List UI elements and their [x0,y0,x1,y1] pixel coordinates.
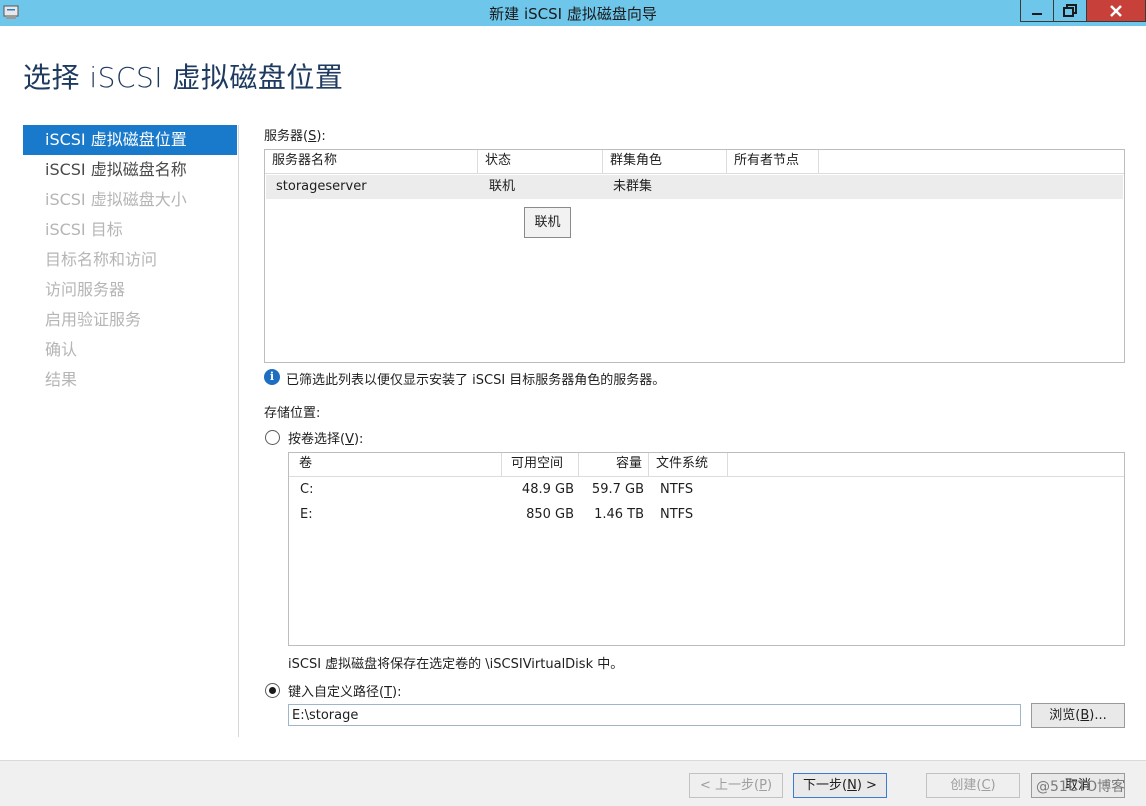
volumes-grid-header: 卷 可用空间 容量 文件系统 [289,453,1124,477]
server-status-cell: 联机 [489,179,516,194]
col-owner-node[interactable]: 所有者节点 [727,150,819,174]
nav-item-results: 结果 [45,370,78,389]
nav-item-disk-location[interactable]: iSCSI 虚拟磁盘位置 [23,125,237,155]
volume-save-note: iSCSI 虚拟磁盘将保存在选定卷的 \iSCSIVirtualDisk 中。 [288,657,624,672]
nav-item-target-name-access: 目标名称和访问 [45,250,158,269]
create-button[interactable]: 创建(C) [926,773,1020,798]
col-server-name[interactable]: 服务器名称 [265,150,478,174]
custom-path-input[interactable] [288,704,1021,726]
info-icon: i [264,369,280,385]
window-title: 新建 iSCSI 虚拟磁盘向导 [489,5,657,23]
minimize-icon [1032,12,1042,15]
by-volume-label[interactable]: 按卷选择(V): [288,428,363,447]
page-title: 选择 iSCSI 虚拟磁盘位置 [23,61,344,94]
servers-label: 服务器(S): [264,129,326,144]
volumes-grid[interactable]: 卷 可用空间 容量 文件系统 C: 48.9 GB 59.7 GB NTFS E… [288,452,1125,646]
server-name-cell: storageserver [276,179,367,194]
volume-cell: E: [300,507,313,522]
storage-location-label: 存储位置: [264,406,321,421]
free-space-cell: 850 GB [526,507,574,522]
nav-divider [238,125,239,737]
capacity-cell: 1.46 TB [594,507,644,522]
col-volume[interactable]: 卷 [289,453,502,477]
nav-item-access-servers: 访问服务器 [45,280,126,299]
minimize-button[interactable] [1020,0,1054,22]
server-cluster-cell: 未群集 [613,179,653,194]
table-row[interactable]: E: 850 GB 1.46 TB NTFS [290,503,1123,527]
table-row[interactable]: C: 48.9 GB 59.7 GB NTFS [290,478,1123,502]
title-bar: 新建 iSCSI 虚拟磁盘向导 [0,0,1146,26]
file-system-cell: NTFS [660,507,694,522]
custom-path-radio[interactable] [265,683,280,698]
custom-path-label[interactable]: 键入自定义路径(T): [288,681,401,700]
nav-item-confirm: 确认 [45,340,78,359]
filter-info-text: 已筛选此列表以便仅显示安装了 iSCSI 目标服务器角色的服务器。 [286,373,666,388]
col-filler [728,453,1124,477]
volume-cell: C: [300,482,314,497]
previous-button[interactable]: < 上一步(P) [689,773,783,798]
restore-button[interactable] [1053,0,1087,22]
nav-item-disk-name[interactable]: iSCSI 虚拟磁盘名称 [23,155,237,185]
restore-icon [1063,3,1077,17]
close-button[interactable] [1086,0,1146,22]
col-status[interactable]: 状态 [478,150,603,174]
status-tooltip: 联机 [524,207,571,238]
table-row[interactable]: storageserver 联机 未群集 [266,175,1123,199]
wizard-nav: iSCSI 虚拟磁盘位置 iSCSI 虚拟磁盘名称 iSCSI 虚拟磁盘大小 i… [23,125,237,395]
col-file-system[interactable]: 文件系统 [649,453,728,477]
browse-button[interactable]: 浏览(B)... [1031,703,1125,728]
col-cluster-role[interactable]: 群集角色 [603,150,727,174]
server-owner-cell [728,175,820,199]
free-space-cell: 48.9 GB [521,482,574,497]
servers-grid-header: 服务器名称 状态 群集角色 所有者节点 [265,150,1124,174]
nav-item-target: iSCSI 目标 [45,220,123,239]
watermark: @51CTO博客 [1036,779,1126,795]
by-volume-radio[interactable] [265,430,280,445]
radio-selected-dot [269,687,276,694]
close-icon [1110,4,1122,17]
nav-item-disk-size: iSCSI 虚拟磁盘大小 [45,190,187,209]
capacity-cell: 59.7 GB [591,482,644,497]
next-button[interactable]: 下一步(N) > [793,773,887,798]
servers-grid[interactable]: 服务器名称 状态 群集角色 所有者节点 storageserver 联机 未群集 [264,149,1125,363]
file-system-cell: NTFS [660,482,694,497]
col-capacity[interactable]: 容量 [579,453,649,477]
col-filler [819,150,1124,174]
nav-item-enable-auth: 启用验证服务 [45,310,142,329]
col-free-space[interactable]: 可用空间 [502,453,579,477]
